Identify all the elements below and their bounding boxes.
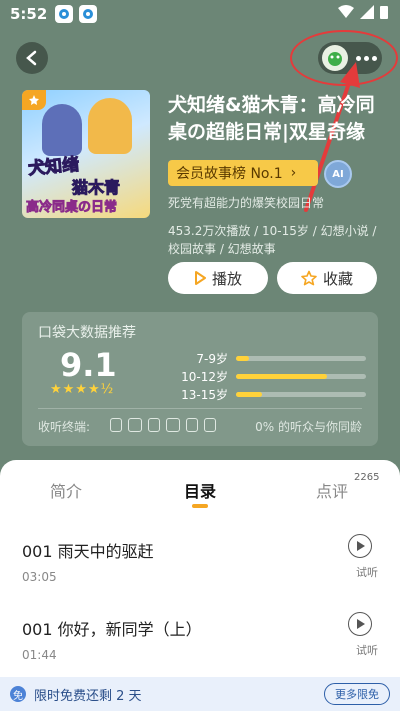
status-indicators [338,5,388,19]
content-sheet: 简介 目录 点评 2265 001 雨天中的驱赶 03:05 试听 001 你好… [0,460,400,711]
episode-play-icon[interactable] [348,534,372,558]
episode-item[interactable]: 001 雨天中的驱赶 03:05 试听 [22,534,378,598]
tab-intro[interactable]: 简介 [50,478,82,502]
chevron-right-icon: › [290,165,297,181]
book-tagline: 死党有超能力的爆笑校园日常 [168,196,325,210]
battery-icon [380,6,388,19]
wifi-icon [338,5,354,18]
divider [38,408,362,409]
rating-stars: ★★★★½ [50,382,115,397]
tab-catalog[interactable]: 目录 [184,478,216,502]
rank-badge[interactable]: 会员故事榜 No.1 › [168,160,318,186]
age-row: 10-12岁 [172,368,366,385]
age-bar [236,374,366,379]
card-title: 口袋大数据推荐 [38,325,136,341]
tab-indicator [192,504,208,508]
favorite-button[interactable]: 收藏 [277,262,377,294]
more-free-button[interactable]: 更多限免 [324,683,390,705]
age-row: 7-9岁 [172,350,366,367]
age-bar [236,356,366,361]
episode-item[interactable]: 001 你好，新同学（上） 01:44 试听 [22,612,378,676]
tablet-icon [204,418,216,432]
play-label: 播放 [211,269,242,288]
tv-icon [128,418,142,432]
age-label: 13-15岁 [181,388,228,402]
age-bar [236,392,366,397]
cover-character [88,98,132,154]
recommendation-card: 口袋大数据推荐 9.1 ★★★★½ 7-9岁 10-12岁 13-15岁 收听终… [22,312,378,446]
tab-review[interactable]: 点评 [316,478,348,502]
episode-title: 001 你好，新同学（上） [22,620,202,639]
episode-title: 001 雨天中的驱赶 [22,542,154,561]
speaker-icon [186,418,198,432]
trial-label: 试听 [356,566,378,579]
rank-label: 会员故事榜 No.1 [176,166,283,182]
rating-score: 9.1 [60,346,117,384]
app-notification-icon [79,5,98,23]
play-button[interactable]: 播放 [168,262,268,294]
episode-duration: 03:05 [22,570,57,584]
free-badge-icon: 免 [10,686,26,702]
episode-duration: 01:44 [22,648,57,662]
book-title: 犬知绪&猫木青：高冷同桌の超能日常|双星奇缘 [168,94,375,143]
terminal-label: 收听终端: [38,420,91,434]
car-icon [166,418,180,432]
watch-icon [148,418,160,432]
status-bar: 5:52 [0,0,400,28]
promo-text: 限时免费还剩 2 天 [34,688,142,704]
same-age-text: 0% 的听众与你同龄 [255,420,362,434]
favorite-label: 收藏 [322,269,353,288]
review-count-badge: 2265 [354,472,380,483]
age-row: 13-15岁 [172,386,366,403]
play-icon [194,271,206,285]
app-notification-icon [55,5,74,23]
status-time: 5:52 [10,5,48,23]
trial-label: 试听 [356,644,378,657]
back-button[interactable] [16,42,48,74]
phone-icon [110,418,122,432]
star-icon [301,270,317,286]
book-meta: 453.2万次播放 / 10-15岁 / 幻想小说 / 校园故事 / 幻想故事 [168,224,377,256]
ai-badge[interactable]: AI [324,160,352,188]
book-cover[interactable]: 犬知绪 猫木青 高冷同桌の日常 [22,90,150,218]
vip-badge-icon [22,90,46,110]
cover-subtitle: 高冷同桌の日常 [26,200,118,216]
signal-icon [360,5,374,19]
cover-title-2: 猫木青 [71,178,121,198]
promo-bar[interactable]: 免 限时免费还剩 2 天 更多限免 [0,677,400,711]
age-label: 7-9岁 [196,352,228,366]
chevron-left-icon [26,50,37,66]
device-icons [110,418,216,432]
age-label: 10-12岁 [181,370,228,384]
cover-character [42,104,82,156]
episode-play-icon[interactable] [348,612,372,636]
